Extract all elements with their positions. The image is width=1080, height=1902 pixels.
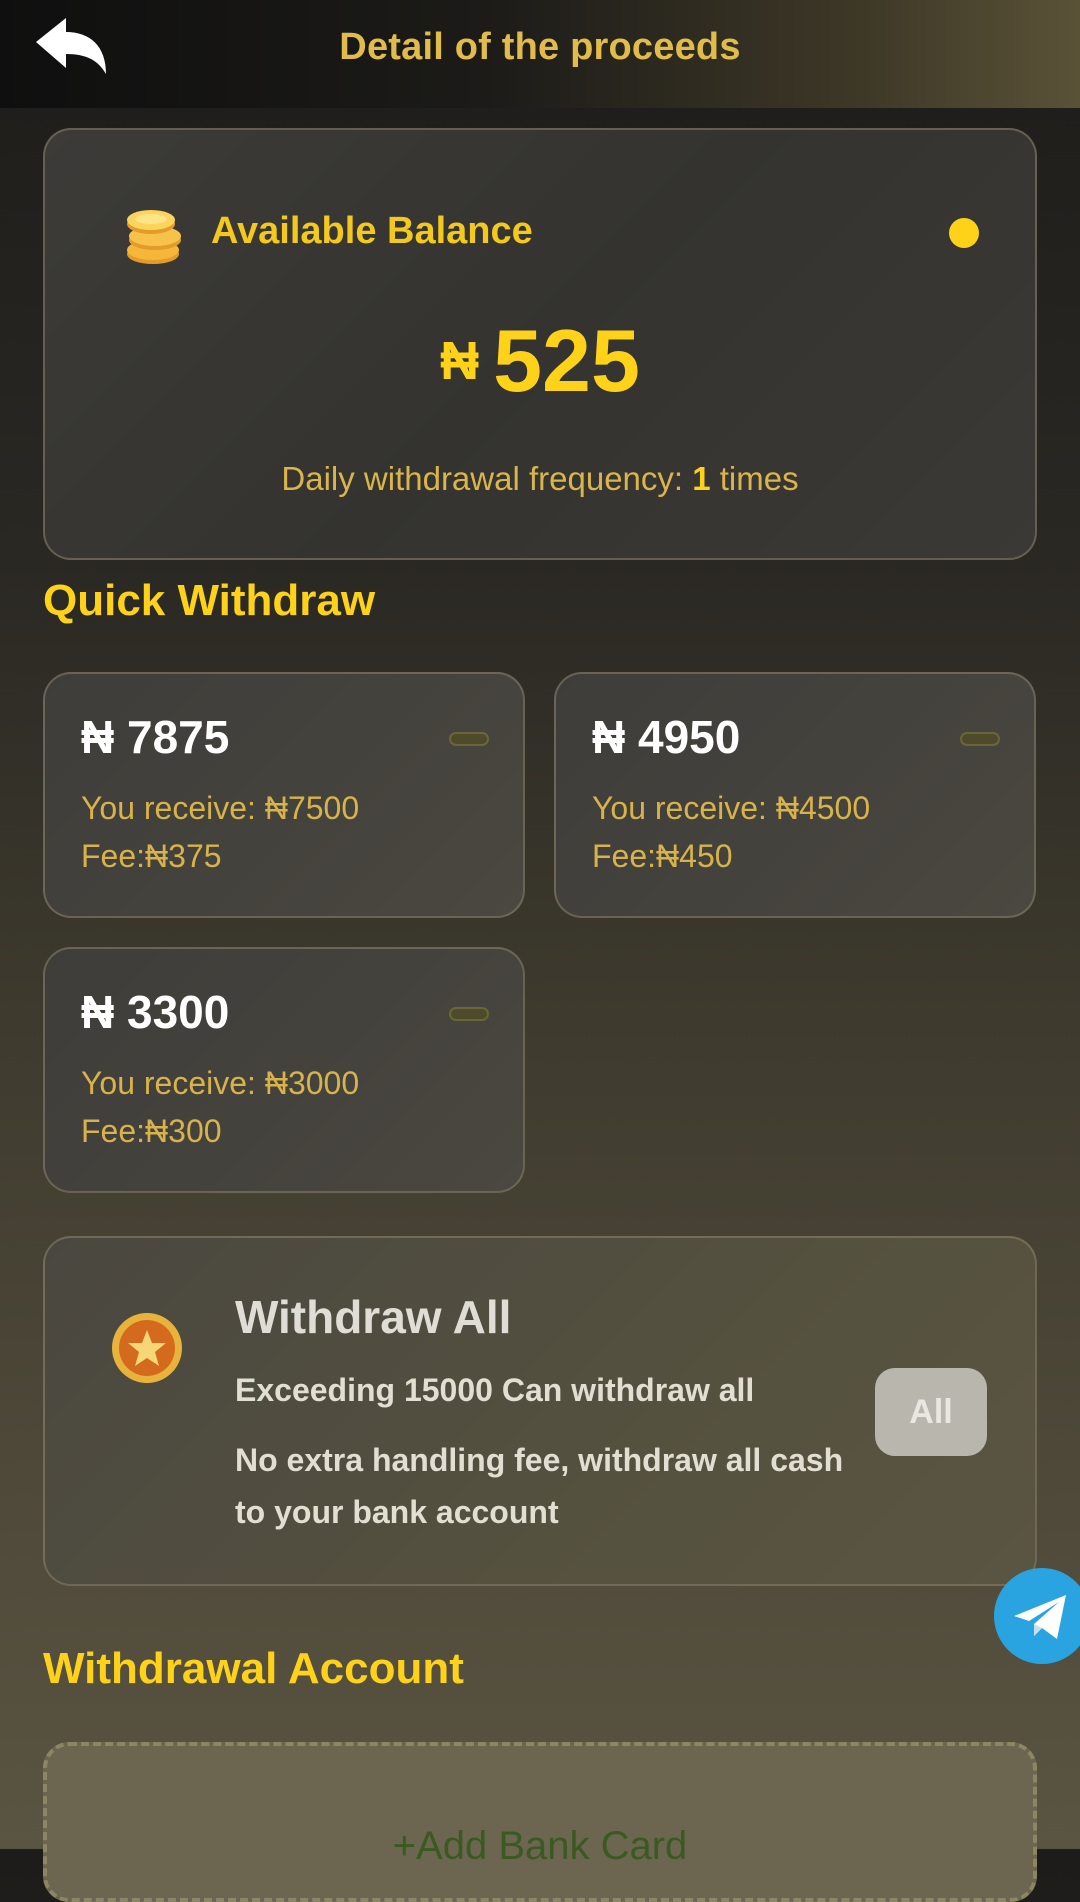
option-amount: ₦ 7875: [81, 711, 230, 763]
option-receive: You receive: ₦4500: [592, 790, 871, 826]
page-title: Detail of the proceeds: [339, 26, 741, 68]
header-bar: Detail of the proceeds: [0, 0, 1080, 108]
quick-withdraw-option[interactable]: ₦ 4950 You receive: ₦4500 Fee:₦450: [554, 672, 1036, 918]
option-indicator: [449, 1007, 489, 1021]
add-bank-card-label: +Add Bank Card: [392, 1824, 688, 1868]
withdraw-all-title: Withdraw All: [235, 1291, 512, 1343]
telegram-button[interactable]: [994, 1568, 1080, 1664]
status-dot: [949, 218, 979, 248]
quick-withdraw-title: Quick Withdraw: [43, 576, 376, 625]
option-fee: Fee:₦375: [81, 838, 222, 874]
option-fee: Fee:₦300: [81, 1113, 222, 1149]
withdraw-all-card: Withdraw All Exceeding 15000 Can withdra…: [43, 1236, 1037, 1586]
frequency-count: 1: [692, 460, 711, 497]
option-receive: You receive: ₦7500: [81, 790, 360, 826]
quick-withdraw-option[interactable]: ₦ 3300 You receive: ₦3000 Fee:₦300: [43, 947, 525, 1193]
coins-icon: [127, 210, 181, 264]
option-amount: ₦ 3300: [81, 986, 230, 1038]
withdrawal-frequency: Daily withdrawal frequency: 1 times: [45, 460, 1035, 498]
add-bank-card-button[interactable]: +Add Bank Card: [43, 1742, 1037, 1902]
frequency-suffix: times: [710, 460, 799, 497]
option-amount: ₦ 4950: [592, 711, 741, 763]
withdraw-all-condition: Exceeding 15000 Can withdraw all: [235, 1372, 755, 1408]
withdraw-all-description: No extra handling fee, withdraw all cash…: [235, 1442, 844, 1530]
frequency-prefix: Daily withdrawal frequency:: [281, 460, 693, 497]
balance-value: 525: [493, 311, 640, 410]
star-badge-icon: [112, 1313, 182, 1383]
quick-withdraw-option[interactable]: ₦ 7875 You receive: ₦7500 Fee:₦375: [43, 672, 525, 918]
option-fee: Fee:₦450: [592, 838, 733, 874]
option-receive: You receive: ₦3000: [81, 1065, 360, 1101]
option-indicator: [960, 732, 1000, 746]
telegram-icon: [1014, 1595, 1066, 1639]
withdraw-all-button[interactable]: All: [875, 1368, 987, 1456]
currency-symbol: ₦: [440, 331, 480, 391]
option-indicator: [449, 732, 489, 746]
balance-card: Available Balance ₦ 525 Daily withdrawal …: [43, 128, 1037, 560]
withdrawal-account-title: Withdrawal Account: [43, 1644, 464, 1693]
balance-label: Available Balance: [211, 210, 533, 252]
balance-amount: ₦ 525: [45, 310, 1035, 412]
